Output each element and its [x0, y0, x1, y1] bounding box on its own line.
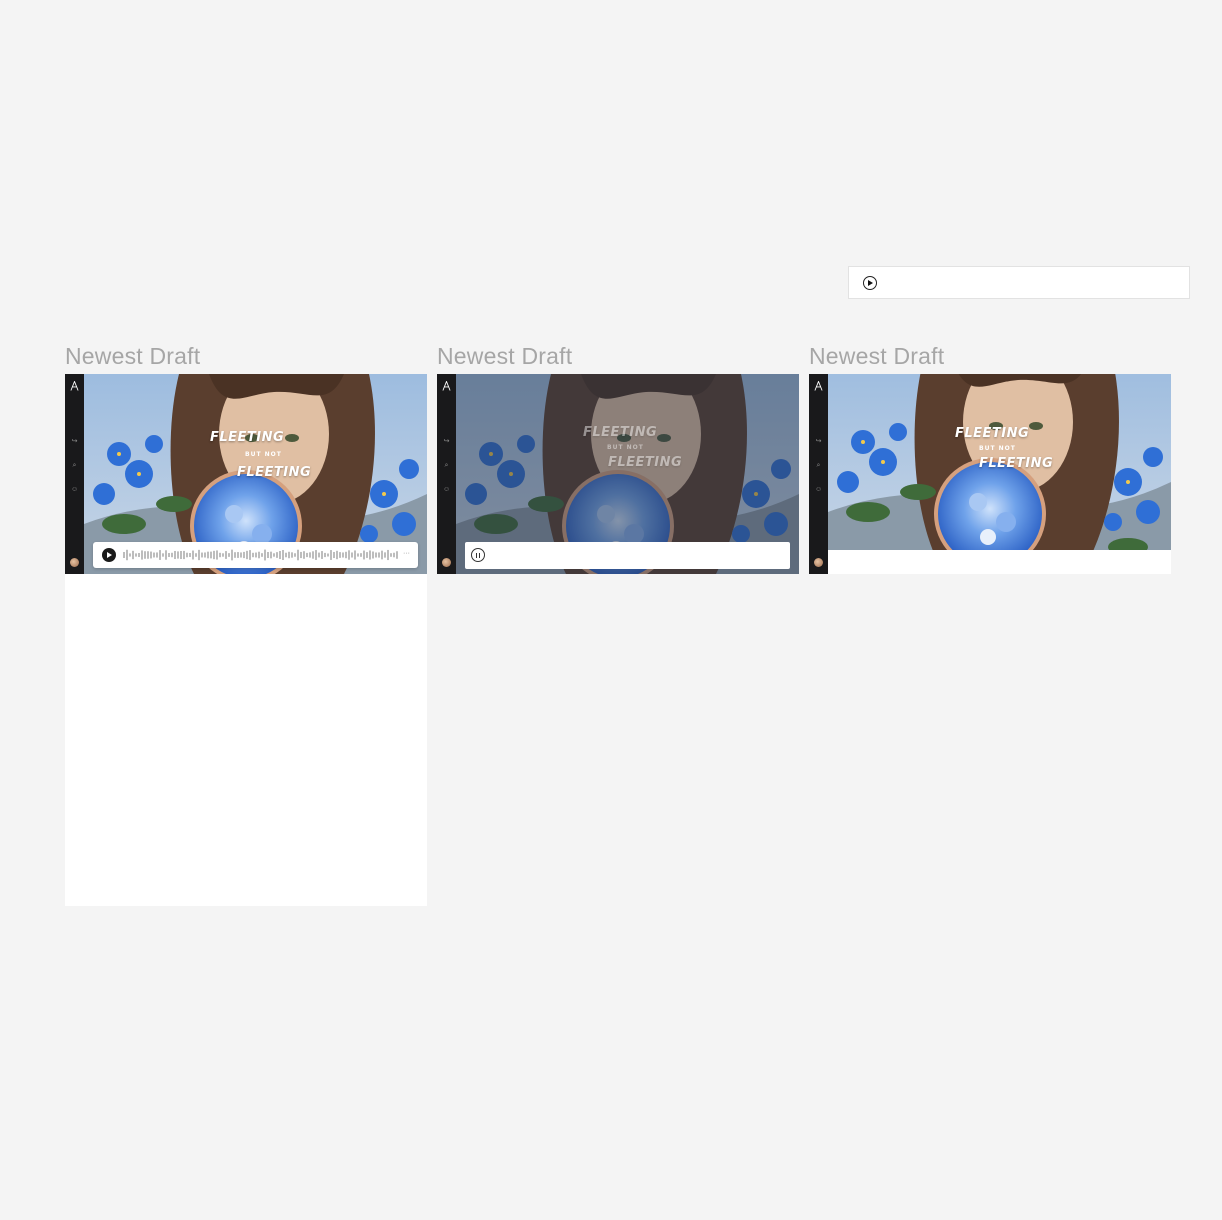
logo-icon[interactable] — [814, 381, 823, 391]
hero-title-mid: BUT NOT — [607, 444, 644, 451]
draft-frame-3: ↪ ⌕ ☺ FLEETING BUT NOT FLEETING — [809, 374, 1171, 574]
share-icon[interactable]: ↪ — [815, 438, 822, 445]
hero-title-top: FLEETING — [955, 426, 1030, 441]
search-icon[interactable]: ⌕ — [815, 462, 822, 469]
draft-label: Newest Draft — [809, 343, 945, 369]
hero-title-top: FLEETING — [210, 430, 285, 445]
hero-title-top: FLEETING — [583, 425, 658, 440]
play-icon[interactable] — [863, 276, 877, 290]
emoji-icon[interactable]: ☺ — [71, 486, 78, 493]
more-icon[interactable]: ··· — [403, 549, 410, 559]
play-icon[interactable] — [102, 548, 116, 562]
share-icon[interactable]: ↪ — [443, 438, 450, 445]
pause-icon[interactable] — [471, 548, 485, 562]
emoji-icon[interactable]: ☺ — [443, 486, 450, 493]
hero-stage: ↪ ⌕ ☺ FLEETING BUT NOT FLEETING ··· — [65, 374, 427, 574]
waveform[interactable] — [123, 549, 398, 561]
side-rail: ↪ ⌕ ☺ — [437, 374, 456, 574]
search-icon[interactable]: ⌕ — [71, 462, 78, 469]
hero-stage: FLEETING BUT NOT FLEETING — [809, 374, 1171, 550]
logo-icon[interactable] — [442, 381, 451, 391]
audio-player: ··· — [93, 542, 418, 568]
draft-frame-1: ↪ ⌕ ☺ FLEETING BUT NOT FLEETING ··· — [65, 374, 427, 906]
emoji-icon[interactable]: ☺ — [815, 486, 822, 493]
draft-frame-2: ↪ ⌕ ☺ FLEETING BUT NOT FLEETING — [437, 374, 799, 574]
draft-label: Newest Draft — [437, 343, 573, 369]
hero-title-mid: BUT NOT — [245, 451, 282, 458]
share-icon[interactable]: ↪ — [71, 438, 78, 445]
hero-title-bottom: FLEETING — [979, 456, 1054, 471]
draft-label: Newest Draft — [65, 343, 201, 369]
avatar[interactable] — [70, 558, 79, 567]
hero-stage: ↪ ⌕ ☺ FLEETING BUT NOT FLEETING — [437, 374, 799, 574]
hero-title-mid: BUT NOT — [979, 445, 1016, 452]
search-icon[interactable]: ⌕ — [443, 462, 450, 469]
hero-title-bottom: FLEETING — [608, 455, 683, 470]
avatar[interactable] — [442, 558, 451, 567]
audio-player-paused — [465, 542, 790, 569]
side-rail: ↪ ⌕ ☺ — [809, 374, 828, 574]
side-rail: ↪ ⌕ ☺ — [65, 374, 84, 574]
logo-icon[interactable] — [70, 381, 79, 391]
hero-title-bottom: FLEETING — [237, 465, 312, 480]
avatar[interactable] — [814, 558, 823, 567]
mini-player — [848, 266, 1190, 299]
